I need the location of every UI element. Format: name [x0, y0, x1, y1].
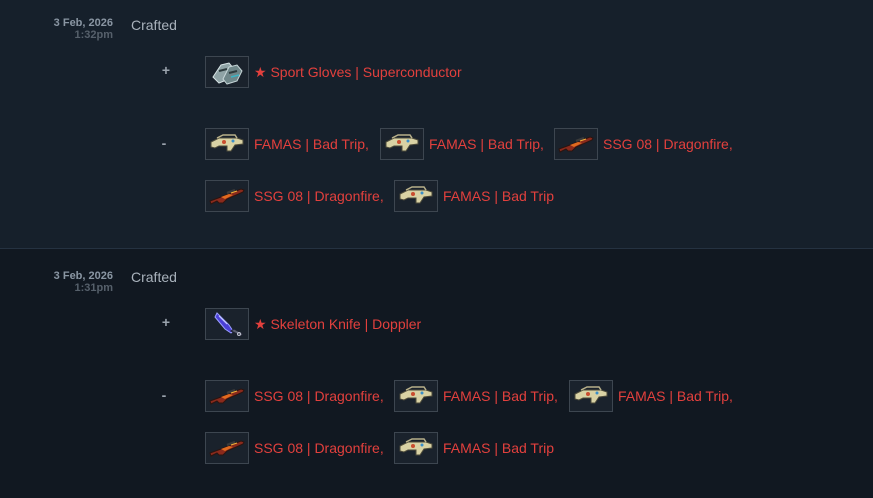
item-separator: ,	[554, 388, 558, 404]
lost-sign: -	[161, 387, 167, 403]
lost-item[interactable]: SSG 08 | Dragonfire,	[205, 180, 384, 212]
lost-item[interactable]: FAMAS | Bad Trip,	[394, 380, 558, 412]
item-name: SSG 08 | Dragonfire	[254, 440, 380, 456]
entry-time: 1:31pm	[74, 282, 113, 294]
item-separator: ,	[729, 388, 733, 404]
ssg08-icon	[554, 128, 598, 160]
item-name: SSG 08 | Dragonfire	[603, 136, 729, 152]
history-entry: 3 Feb, 2026 1:31pm Crafted + ★ Skeleton …	[0, 249, 873, 498]
famas-icon	[394, 380, 438, 412]
item-name: FAMAS | Bad Trip	[443, 188, 555, 204]
famas-icon	[380, 128, 424, 160]
item-name: ★ Sport Gloves | Superconductor	[254, 64, 462, 80]
item-separator: ,	[728, 136, 733, 152]
item-name: SSG 08 | Dragonfire	[254, 388, 380, 404]
item-name: FAMAS | Bad Trip	[443, 440, 555, 456]
item-name: FAMAS | Bad Trip	[618, 388, 730, 404]
skeleton-knife-icon	[205, 308, 249, 340]
ssg08-icon	[205, 380, 249, 412]
lost-item[interactable]: FAMAS | Bad Trip,	[380, 128, 544, 160]
entry-time: 1:32pm	[74, 29, 113, 41]
famas-icon	[394, 432, 438, 464]
item-name: FAMAS | Bad Trip	[443, 388, 555, 404]
item-name: FAMAS | Bad Trip	[429, 136, 541, 152]
entry-action: Crafted	[131, 269, 177, 285]
ssg08-icon	[205, 432, 249, 464]
received-item[interactable]: ★ Sport Gloves | Superconductor	[205, 56, 462, 88]
lost-sign: -	[161, 135, 167, 151]
famas-icon	[205, 128, 249, 160]
lost-item[interactable]: FAMAS | Bad Trip,	[205, 128, 369, 160]
received-sign: +	[161, 62, 171, 78]
received-item[interactable]: ★ Skeleton Knife | Doppler	[205, 308, 421, 340]
item-name: SSG 08 | Dragonfire	[254, 188, 380, 204]
entry-date: 3 Feb, 2026	[53, 17, 113, 29]
item-separator: ,	[379, 440, 384, 456]
lost-item[interactable]: SSG 08 | Dragonfire,	[205, 380, 384, 412]
entry-action: Crafted	[131, 17, 177, 33]
history-entry: 3 Feb, 2026 1:32pm Crafted + ★ Sport Glo…	[0, 0, 873, 249]
item-separator: ,	[379, 388, 384, 404]
item-separator: ,	[365, 136, 369, 152]
item-separator: ,	[379, 188, 384, 204]
lost-item[interactable]: FAMAS | Bad Trip	[394, 180, 554, 212]
lost-item[interactable]: FAMAS | Bad Trip,	[569, 380, 733, 412]
item-name: ★ Skeleton Knife | Doppler	[254, 316, 422, 332]
entry-date: 3 Feb, 2026	[53, 270, 113, 282]
famas-icon	[394, 180, 438, 212]
lost-item[interactable]: SSG 08 | Dragonfire,	[205, 432, 384, 464]
lost-item[interactable]: SSG 08 | Dragonfire,	[554, 128, 733, 160]
ssg08-icon	[205, 180, 249, 212]
item-name: FAMAS | Bad Trip	[254, 136, 366, 152]
lost-item[interactable]: FAMAS | Bad Trip	[394, 432, 554, 464]
sport-gloves-icon	[205, 56, 249, 88]
famas-icon	[569, 380, 613, 412]
received-sign: +	[161, 314, 171, 330]
item-separator: ,	[540, 136, 544, 152]
